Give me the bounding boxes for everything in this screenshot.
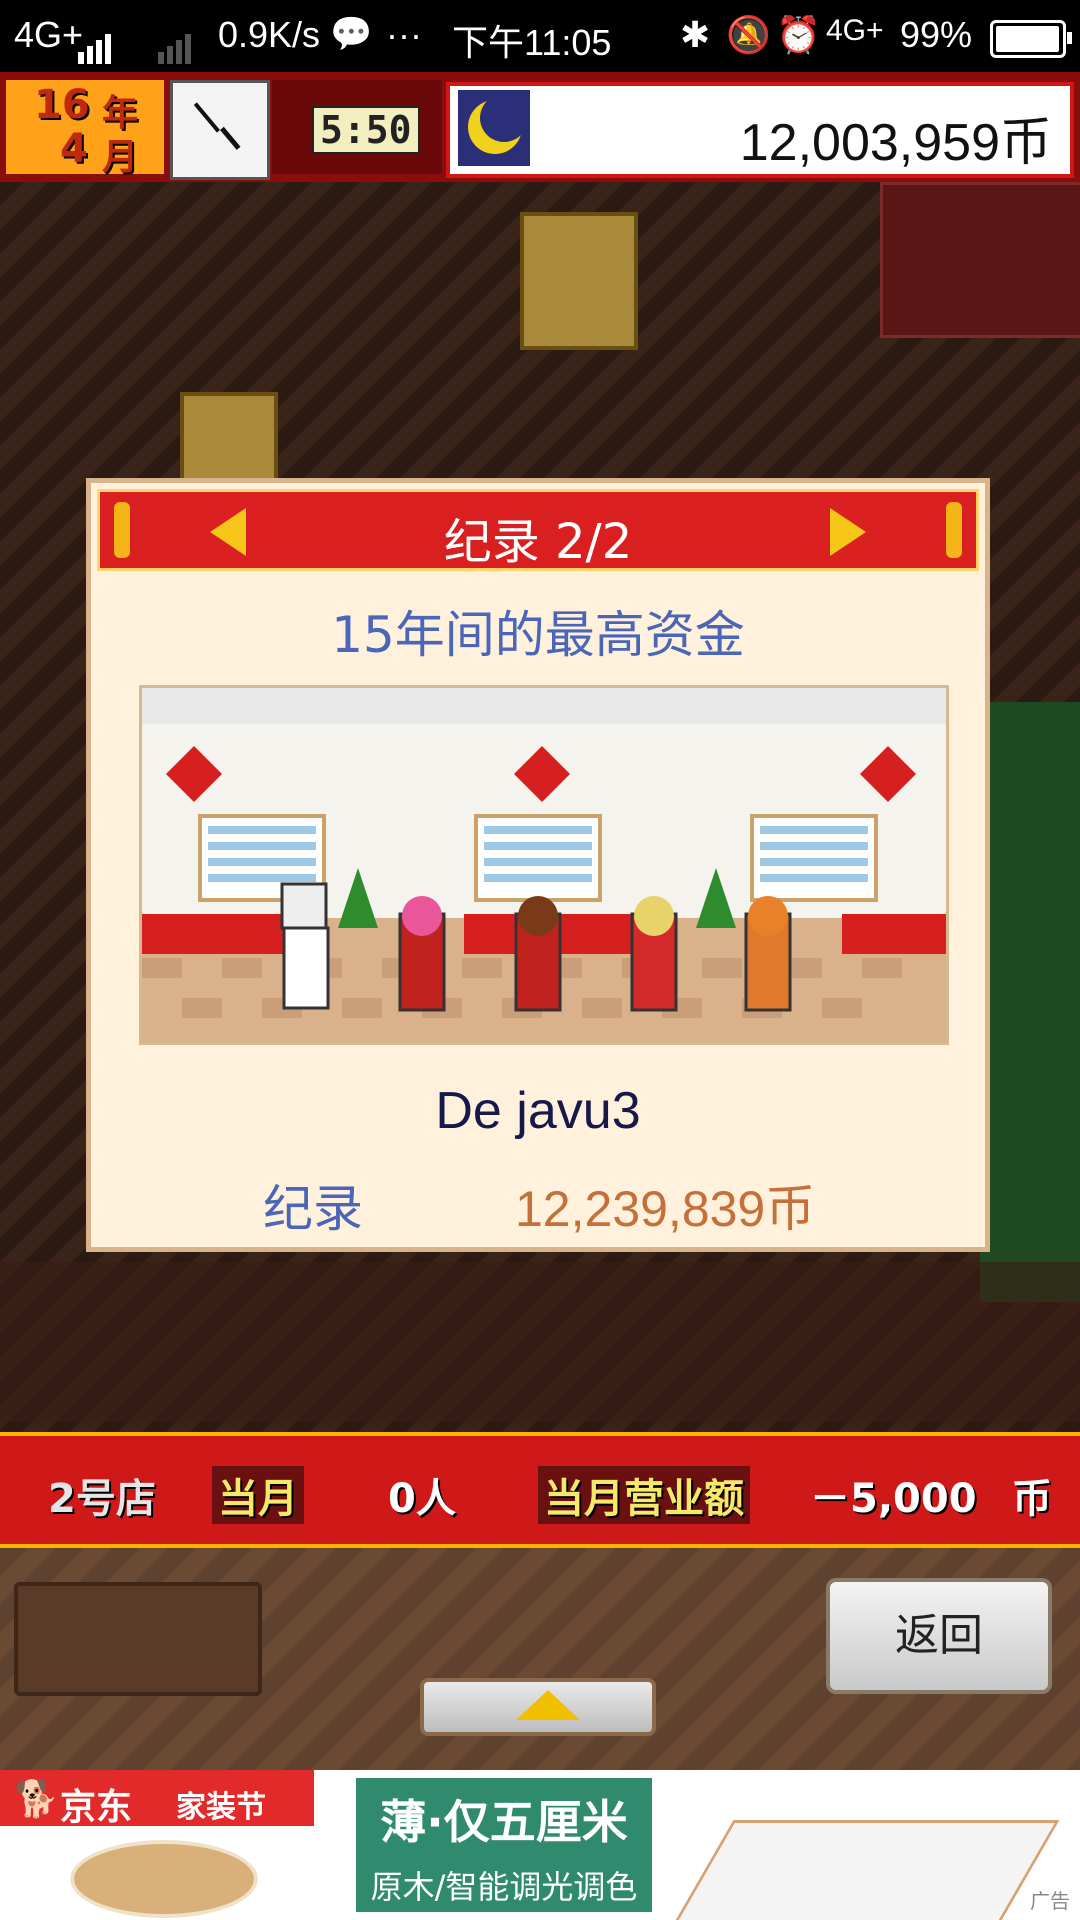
date-display[interactable]: 16 年 4 月 (6, 80, 164, 178)
store-status-bar: 2号店 当月 0人 当月营业额 －5,000 币 (0, 1432, 1080, 1548)
lamp-image-icon (70, 1840, 258, 1918)
signal-icon (78, 22, 114, 64)
dog-icon: 🐕 (14, 1779, 59, 1820)
clock-icon (170, 80, 270, 180)
alarm-icon: ⏰ (776, 14, 821, 55)
month-number: 4 (60, 126, 88, 172)
ad-line-1: 薄·仅五厘米 (380, 1795, 628, 1849)
record-label: 纪录 (263, 1180, 363, 1238)
clock-time: 下午11:05 (452, 22, 612, 63)
jd-logo: 🐕 京东 家装节 (0, 1770, 314, 1828)
month-label: 当月 (212, 1466, 304, 1524)
year-number: 16 (34, 82, 90, 128)
record-dialog: 纪录 2/2 15年间的最高资金 De javu3 纪录 12,239,839币 (86, 478, 990, 1252)
ad-brand: 京东 (60, 1787, 133, 1828)
carpet-icon (980, 702, 1080, 1302)
up-arrow-icon (516, 1690, 580, 1720)
bluetooth-icon: ✱ (680, 14, 711, 55)
wechat-icon: 💬 (330, 15, 373, 53)
network-type-right: 4G+ (826, 14, 884, 47)
next-arrow-icon[interactable] (830, 508, 866, 556)
status-bar: 4G+ 0.9K/s 💬 ··· 下午11:05 ✱ 🔕 ⏰ 4G+ 99% (0, 0, 1080, 72)
revenue-value: －5,000 (810, 1476, 977, 1522)
lamp-panel-icon (666, 1820, 1060, 1920)
currency-label: 币 (1012, 1476, 1052, 1522)
moon-icon (458, 90, 530, 166)
network-speed: 0.9K/s (218, 14, 321, 55)
money-value: 12,003,959币 (739, 114, 1052, 172)
dialog-header: 纪录 2/2 (97, 489, 979, 571)
ad-tag: 广告 (1026, 1885, 1074, 1914)
ad-line-2: 原木/智能调光调色 (370, 1868, 638, 1906)
battery-percent: 99% (900, 14, 973, 55)
table-icon (880, 182, 1080, 338)
staff-picture (139, 685, 949, 1045)
month-unit: 月 (102, 137, 139, 178)
empty-slot (14, 1582, 262, 1696)
game-time: 5:50 (312, 106, 420, 154)
battery-icon (990, 20, 1072, 58)
battery-fill (996, 26, 1060, 52)
record-subtitle: 15年间的最高资金 (331, 606, 745, 664)
ad-banner[interactable]: 🐕 京东 家装节 薄·仅五厘米 原木/智能调光调色 广告 (0, 1770, 1080, 1920)
mute-icon: 🔕 (726, 14, 771, 55)
more-indicator: ··· (386, 14, 422, 55)
record-value: 12,239,839币 (515, 1181, 816, 1237)
network-type: 4G+ (14, 14, 84, 55)
visitor-count: 0人 (388, 1476, 456, 1522)
signal-2-icon (158, 22, 194, 64)
knot-icon (946, 502, 962, 558)
ad-brand-2: 家装节 (176, 1790, 266, 1825)
expand-button[interactable] (420, 1678, 656, 1736)
back-button[interactable]: 返回 (826, 1578, 1052, 1694)
game-time-box: 5:50 (272, 80, 442, 174)
revenue-label: 当月营业额 (538, 1466, 750, 1524)
control-panel: 返回 (0, 1548, 1080, 1770)
player-name: De javu3 (435, 1082, 641, 1140)
top-hud: 16 年 4 月 5:50 12,003,959币 (0, 72, 1080, 188)
store-name: 2号店 (48, 1476, 156, 1522)
money-bar: 12,003,959币 (446, 82, 1074, 178)
statue-icon (520, 212, 638, 350)
ad-text-block: 薄·仅五厘米 原木/智能调光调色 (356, 1778, 652, 1912)
railing-icon (0, 1262, 1080, 1422)
